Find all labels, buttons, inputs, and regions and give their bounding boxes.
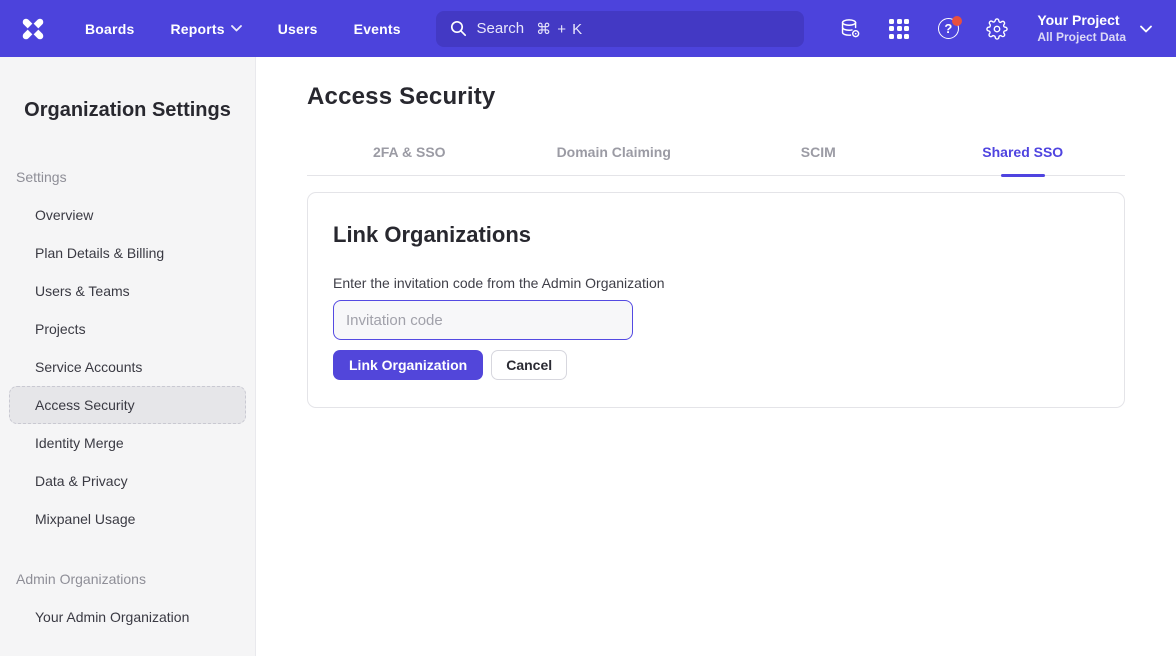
nav-item-boards[interactable]: Boards — [85, 21, 134, 37]
sidebar-item-your-admin-organization[interactable]: Your Admin Organization — [0, 598, 255, 636]
tab-2fa-sso[interactable]: 2FA & SSO — [307, 144, 512, 175]
sidebar-item-label: Overview — [35, 207, 93, 223]
nav-item-events[interactable]: Events — [354, 21, 401, 37]
sidebar-item-label: Access Security — [35, 397, 135, 413]
sidebar-section-settings: Settings — [0, 162, 255, 192]
sidebar-item-label: Identity Merge — [35, 435, 124, 451]
card-title: Link Organizations — [333, 222, 1099, 248]
project-name: Your Project — [1037, 12, 1126, 29]
mixpanel-logo-icon[interactable] — [18, 14, 48, 44]
tab-label: 2FA & SSO — [373, 144, 446, 160]
tab-shared-sso[interactable]: Shared SSO — [921, 144, 1126, 175]
access-security-tabs: 2FA & SSO Domain Claiming SCIM Shared SS… — [307, 144, 1125, 176]
sidebar-title: Organization Settings — [0, 99, 255, 122]
tab-label: Domain Claiming — [557, 144, 671, 160]
apps-grid-icon[interactable] — [887, 17, 911, 41]
chevron-down-icon — [231, 25, 242, 32]
project-switcher-labels: Your Project All Project Data — [1037, 12, 1126, 45]
sidebar-item-users-teams[interactable]: Users & Teams — [0, 272, 255, 310]
nav-item-label: Events — [354, 21, 401, 37]
card-actions: Link Organization Cancel — [333, 350, 1099, 380]
sidebar-item-overview[interactable]: Overview — [0, 196, 255, 234]
sidebar-item-label: Mixpanel Usage — [35, 511, 135, 527]
sidebar-item-label: Users & Teams — [35, 283, 130, 299]
spacer — [0, 538, 255, 564]
sidebar-item-label: Data & Privacy — [35, 473, 128, 489]
tab-label: SCIM — [801, 144, 836, 160]
sidebar-item-access-security[interactable]: Access Security — [9, 386, 246, 424]
link-organization-button[interactable]: Link Organization — [333, 350, 483, 380]
apps-grid-glyph — [889, 19, 909, 39]
nav-item-label: Users — [278, 21, 318, 37]
sidebar-item-plan-details-billing[interactable]: Plan Details & Billing — [0, 234, 255, 272]
sidebar-item-projects[interactable]: Projects — [0, 310, 255, 348]
primary-nav: Boards Reports Users Events — [85, 21, 401, 37]
sidebar-item-label: Your Admin Organization — [35, 609, 189, 625]
search-shortcut: ⌘ + K — [536, 20, 583, 38]
sidebar-item-service-accounts[interactable]: Service Accounts — [0, 348, 255, 386]
chevron-down-icon — [1140, 25, 1152, 33]
sidebar-item-label: Plan Details & Billing — [35, 245, 164, 261]
main-content: Access Security 2FA & SSO Domain Claimin… — [256, 57, 1176, 656]
sidebar-item-data-privacy[interactable]: Data & Privacy — [0, 462, 255, 500]
sidebar-item-label: Projects — [35, 321, 86, 337]
tab-domain-claiming[interactable]: Domain Claiming — [512, 144, 717, 175]
sidebar-section-admin-organizations: Admin Organizations — [0, 564, 255, 594]
nav-item-label: Boards — [85, 21, 134, 37]
tab-scim[interactable]: SCIM — [716, 144, 921, 175]
sidebar-item-mixpanel-usage[interactable]: Mixpanel Usage — [0, 500, 255, 538]
help-icon[interactable]: ? — [936, 17, 960, 41]
search-placeholder: Search — [477, 20, 525, 37]
invitation-code-label: Enter the invitation code from the Admin… — [333, 275, 1099, 291]
nav-item-label: Reports — [170, 21, 224, 37]
settings-gear-icon[interactable] — [985, 17, 1009, 41]
sidebar-item-identity-merge[interactable]: Identity Merge — [0, 424, 255, 462]
cancel-button[interactable]: Cancel — [491, 350, 567, 380]
notification-dot — [952, 16, 962, 26]
project-switcher[interactable]: Your Project All Project Data — [1037, 12, 1152, 45]
tab-label: Shared SSO — [982, 144, 1063, 160]
data-management-icon[interactable] — [838, 17, 862, 41]
invitation-code-input[interactable] — [333, 300, 633, 340]
settings-sidebar: Organization Settings Settings Overview … — [0, 57, 256, 656]
nav-item-users[interactable]: Users — [278, 21, 318, 37]
nav-utility-icons: ? — [838, 17, 1009, 41]
search-icon — [450, 20, 467, 37]
sidebar-item-label: Service Accounts — [35, 359, 142, 375]
top-navbar: Boards Reports Users Events Search ⌘ + K — [0, 0, 1176, 57]
nav-item-reports[interactable]: Reports — [170, 21, 241, 37]
page-title: Access Security — [307, 83, 1125, 111]
link-organizations-card: Link Organizations Enter the invitation … — [307, 192, 1125, 408]
global-search-input[interactable]: Search ⌘ + K — [436, 11, 804, 47]
project-data-scope: All Project Data — [1037, 30, 1126, 45]
app-body: Organization Settings Settings Overview … — [0, 57, 1176, 656]
